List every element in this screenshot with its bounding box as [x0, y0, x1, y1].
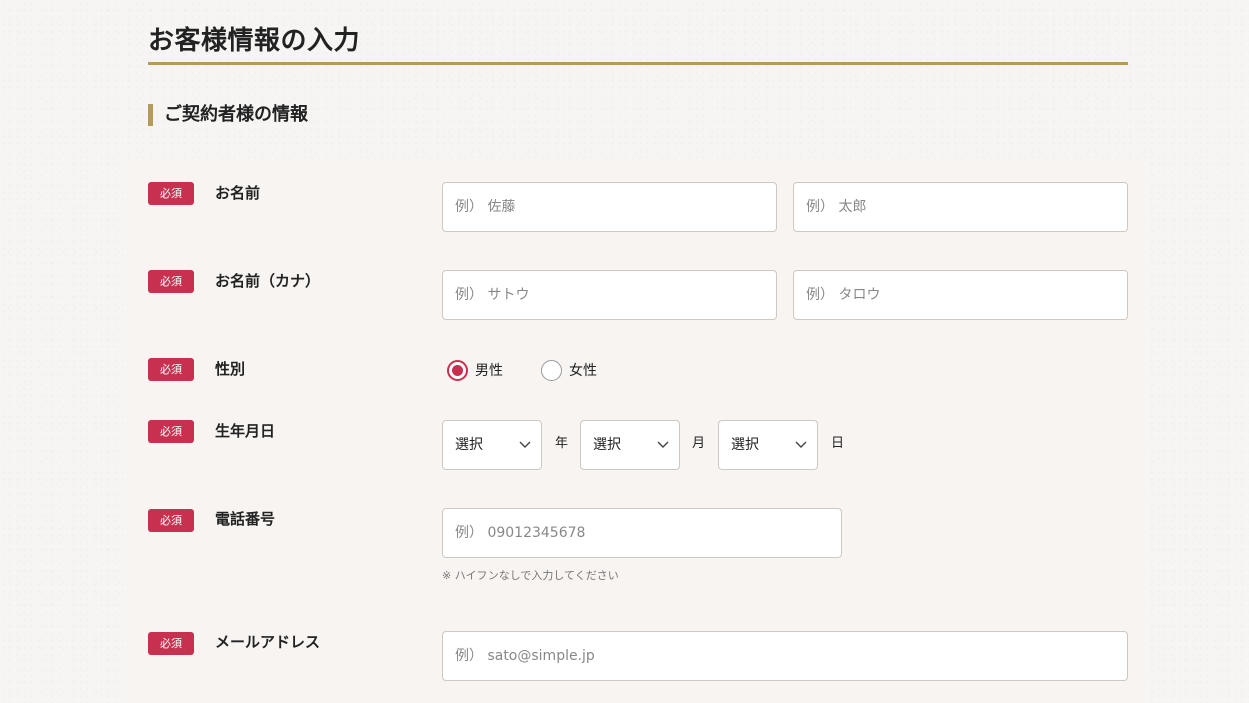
- phone-input[interactable]: [442, 508, 842, 558]
- required-badge-name: 必須: [148, 182, 194, 205]
- birthdate-label: 生年月日: [215, 422, 276, 440]
- radio-unchecked-icon[interactable]: [541, 359, 562, 381]
- required-badge-kana: 必須: [148, 270, 194, 293]
- birth-month-select[interactable]: 選択: [580, 420, 680, 470]
- phone-label: 電話番号: [215, 510, 276, 528]
- birth-year-unit: 年: [555, 436, 569, 451]
- birth-year-value: 選択: [455, 437, 483, 453]
- email-label: メールアドレス: [215, 633, 321, 651]
- name-label: お名前: [215, 184, 261, 202]
- birth-day-value: 選択: [731, 437, 759, 453]
- birth-year-select[interactable]: 選択: [442, 420, 542, 470]
- gender-label: 性別: [215, 360, 246, 378]
- first-name-kana-input[interactable]: [793, 270, 1128, 320]
- birth-month-value: 選択: [593, 437, 621, 453]
- required-badge-birthdate: 必須: [148, 420, 194, 443]
- gender-option-male[interactable]: 男性: [447, 359, 503, 381]
- gender-option-label: 女性: [569, 363, 597, 379]
- chevron-down-icon: [657, 441, 669, 448]
- birth-month-unit: 月: [692, 436, 706, 451]
- first-name-input[interactable]: [793, 182, 1128, 232]
- kana-label: お名前（カナ）: [215, 272, 321, 290]
- phone-hint: ※ ハイフンなしで入力してください: [442, 569, 619, 582]
- required-badge-email: 必須: [148, 632, 194, 655]
- gender-radio-group: 男性 女性: [447, 359, 635, 381]
- page-title: お客様情報の入力: [148, 26, 361, 56]
- email-input[interactable]: [442, 631, 1128, 681]
- birth-day-select[interactable]: 選択: [718, 420, 818, 470]
- chevron-down-icon: [795, 441, 807, 448]
- gender-option-female[interactable]: 女性: [541, 359, 597, 381]
- radio-checked-icon[interactable]: [447, 359, 468, 381]
- birth-day-unit: 日: [831, 436, 845, 451]
- chevron-down-icon: [519, 441, 531, 448]
- required-badge-phone: 必須: [148, 509, 194, 532]
- gender-option-label: 男性: [475, 363, 503, 379]
- required-badge-gender: 必須: [148, 358, 194, 381]
- section-heading: ご契約者様の情報: [148, 104, 308, 126]
- last-name-kana-input[interactable]: [442, 270, 777, 320]
- title-divider: [148, 62, 1128, 65]
- last-name-input[interactable]: [442, 182, 777, 232]
